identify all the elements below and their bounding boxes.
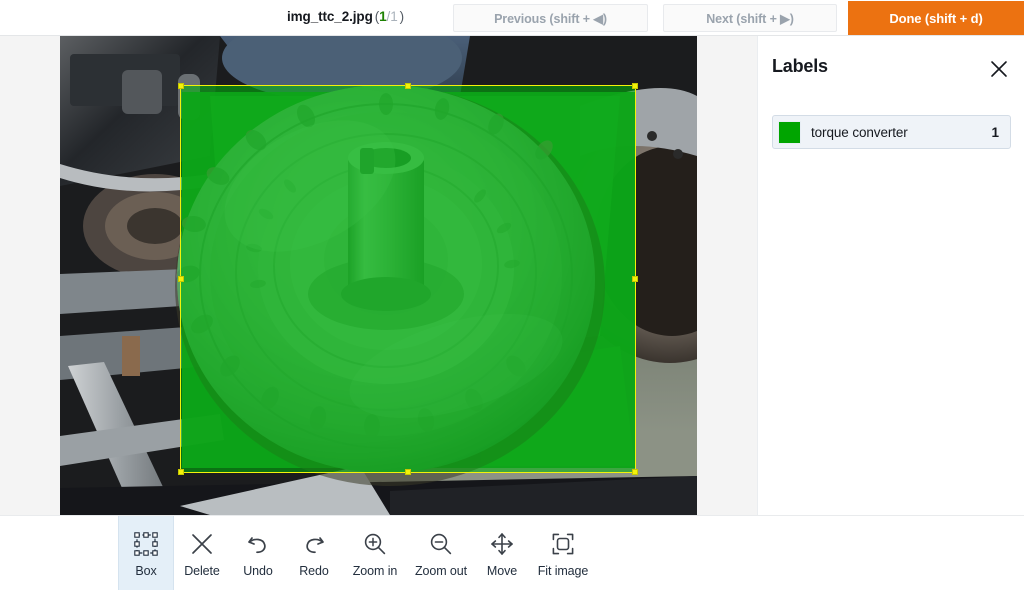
tool-redo[interactable]: Redo [286,516,342,590]
index-paren-close: ) [399,9,405,24]
tool-undo[interactable]: Undo [230,516,286,590]
move-arrows-icon [489,529,515,559]
bbox-handle-middle-left[interactable] [178,276,184,282]
tool-redo-label: Redo [299,563,329,578]
tool-delete[interactable]: Delete [174,516,230,590]
label-name: torque converter [811,124,908,140]
list-item[interactable]: torque converter 1 [772,115,1011,149]
redo-arrow-icon [301,529,327,559]
tool-zoom-in[interactable]: Zoom in [342,516,408,590]
image-current-index: 1 [379,9,387,24]
tool-box[interactable]: Box [118,516,174,590]
bbox-handle-bottom-right[interactable] [632,469,638,475]
annotated-image[interactable] [60,36,697,515]
previous-image-button[interactable]: Previous (shift + ◀) [453,4,648,32]
next-image-button[interactable]: Next (shift + ▶) [663,4,837,32]
tool-move[interactable]: Move [474,516,530,590]
tool-delete-label: Delete [184,563,220,578]
fit-frame-icon [550,529,576,559]
done-button-label: Done (shift + d) [889,10,983,26]
tool-fit-image[interactable]: Fit image [530,516,596,590]
next-button-label: Next (shift + ▶) [706,11,794,26]
bbox-handle-top-left[interactable] [178,83,184,89]
bbox-handle-bottom-center[interactable] [405,469,411,475]
bbox-handle-bottom-left[interactable] [178,469,184,475]
top-header-bar: img_ttc_2.jpg (1/1) Previous (shift + ◀) … [0,0,1024,36]
labels-panel: Labels torque converter 1 [757,36,1024,515]
label-count: 1 [991,124,999,140]
tool-box-label: Box [135,563,157,578]
magnifier-plus-icon [362,529,388,559]
previous-button-label: Previous (shift + ◀) [494,11,607,26]
label-list: torque converter 1 [772,115,1011,149]
close-icon[interactable] [990,60,1008,78]
label-color-swatch [778,120,801,144]
tool-zoom-out-label: Zoom out [414,563,467,578]
magnifier-minus-icon [428,529,454,559]
done-button[interactable]: Done (shift + d) [848,1,1024,35]
tool-zoom-in-label: Zoom in [352,563,398,578]
image-total-count: 1 [390,9,398,24]
image-canvas-area[interactable] [0,36,757,515]
image-filename: img_ttc_2.jpg [287,9,373,24]
tool-undo-label: Undo [243,563,273,578]
tool-zoom-out[interactable]: Zoom out [408,516,474,590]
close-x-icon [189,529,215,559]
box-select-icon [133,529,159,559]
bbox-handle-top-center[interactable] [405,83,411,89]
bounding-box-torque-converter[interactable] [178,83,638,475]
labels-panel-title: Labels [772,56,828,76]
bbox-handle-top-right[interactable] [632,83,638,89]
tool-fit-image-label: Fit image [537,563,589,578]
image-title: img_ttc_2.jpg (1/1) [287,9,404,24]
bottom-toolbar: Box Delete Undo Redo Zoom in Zoom out Mo… [0,515,1024,590]
undo-arrow-icon [245,529,271,559]
bbox-handle-middle-right[interactable] [632,276,638,282]
tool-move-label: Move [486,563,518,578]
